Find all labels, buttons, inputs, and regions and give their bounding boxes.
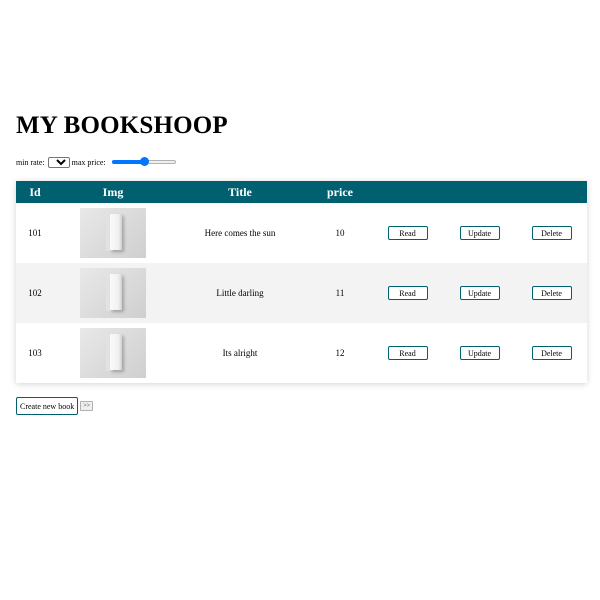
header-img: Img — [102, 184, 124, 199]
cell-update: Update — [443, 263, 516, 323]
read-button[interactable]: Read — [387, 346, 428, 360]
cell-img — [54, 263, 172, 323]
books-table: Id Img Title price 101 Here comes the su… — [16, 181, 587, 383]
table-header-row: Id Img Title price — [16, 181, 587, 203]
update-button[interactable]: Update — [459, 346, 500, 360]
slider-fill — [111, 160, 144, 164]
cell-id: 101 — [28, 228, 42, 238]
cell-img — [54, 203, 172, 263]
header-price: price — [327, 184, 353, 199]
filter-bar: min rate: 0 max price: — [16, 155, 176, 169]
cell-update: Update — [443, 323, 516, 383]
header-empty — [516, 181, 587, 203]
cell-price: 10 — [335, 228, 345, 238]
create-new-book-button[interactable]: Create new book — [16, 397, 79, 415]
update-button[interactable]: Update — [459, 286, 500, 300]
bookshop-page: MY BOOKSHOOP min rate: 0 max price: Id I… — [0, 0, 600, 600]
max-price-slider[interactable] — [111, 157, 176, 167]
cell-price: 12 — [335, 348, 345, 358]
read-button[interactable]: Read — [387, 226, 428, 240]
header-title: Title — [228, 184, 252, 199]
book-image — [80, 328, 146, 378]
books-table-container: Id Img Title price 101 Here comes the su… — [16, 181, 587, 383]
update-button[interactable]: Update — [459, 226, 500, 240]
min-rate-select[interactable]: 0 — [47, 156, 70, 168]
cell-title: Here comes the sun — [204, 228, 276, 238]
delete-button[interactable]: Delete — [531, 286, 572, 300]
book-image — [80, 268, 146, 318]
cell-read: Read — [372, 203, 443, 263]
slider-thumb[interactable] — [139, 157, 149, 166]
max-price-label: max price: — [71, 157, 106, 167]
cell-img — [54, 323, 172, 383]
bottom-actions: Create new book >> — [16, 397, 93, 415]
header-empty — [443, 181, 516, 203]
cell-delete: Delete — [516, 263, 587, 323]
header-empty — [372, 181, 443, 203]
table-row: 101 Here comes the sun 10 Read Update De… — [16, 203, 587, 263]
table-row: 103 Its alright 12 Read Update Delete — [16, 323, 587, 383]
cell-id: 103 — [28, 348, 42, 358]
min-rate-label: min rate: — [16, 157, 45, 167]
delete-button[interactable]: Delete — [531, 346, 572, 360]
cell-read: Read — [372, 323, 443, 383]
read-button[interactable]: Read — [387, 286, 428, 300]
cell-update: Update — [443, 203, 516, 263]
book-image — [80, 208, 146, 258]
cell-price: 11 — [335, 288, 345, 298]
cell-read: Read — [372, 263, 443, 323]
next-page-button[interactable]: >> — [80, 401, 93, 411]
cell-title: Its alright — [222, 348, 258, 358]
table-row: 102 Little darling 11 Read Update Delete — [16, 263, 587, 323]
page-title: MY BOOKSHOOP — [16, 112, 228, 139]
cell-id: 102 — [28, 288, 42, 298]
cell-title: Little darling — [216, 288, 264, 298]
cell-delete: Delete — [516, 203, 587, 263]
cell-delete: Delete — [516, 323, 587, 383]
delete-button[interactable]: Delete — [531, 226, 572, 240]
header-id: Id — [29, 184, 41, 199]
